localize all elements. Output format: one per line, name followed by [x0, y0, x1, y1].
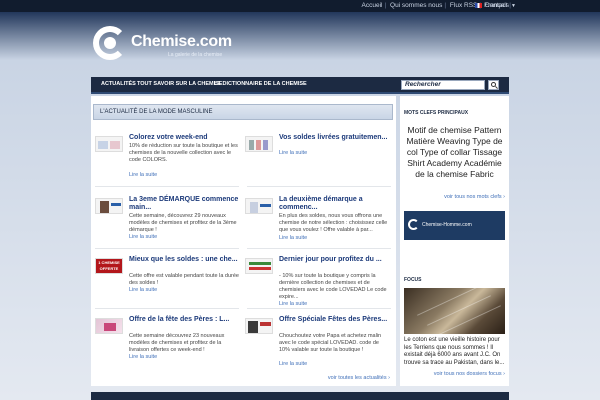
- divider: [95, 308, 239, 309]
- partner-banner[interactable]: Chemise-Homme.com: [404, 211, 505, 240]
- nav-item-actualites[interactable]: ACTUALITÉS: [101, 81, 136, 87]
- language-label: Français: [484, 2, 510, 9]
- tag-cloud[interactable]: Motif de chemise Pattern Matière Weaving…: [404, 125, 505, 180]
- news-item: Dernier jour pour profitez du ... - 10% …: [243, 256, 393, 314]
- news-title[interactable]: Vos soldes livrées gratuitemen...: [279, 134, 391, 142]
- all-tags-label: voir tous nos mots clefs: [444, 194, 502, 200]
- news-item: La deuxième démarque a commenc... En plu…: [243, 196, 393, 254]
- news-desc: Cette semaine, découvrez 29 nouveaux mod…: [129, 213, 237, 233]
- news-thumbnail[interactable]: [95, 318, 123, 334]
- news-item: Offre de la fête des Pères : L... Cette …: [93, 316, 243, 374]
- search-button[interactable]: [488, 80, 499, 90]
- main-content: L'ACTUALITÉ DE LA MODE MASCULINE Colorez…: [91, 96, 396, 386]
- news-title[interactable]: Offre de la fête des Pères : L...: [129, 316, 241, 324]
- top-link-accueil[interactable]: Accueil: [362, 2, 383, 9]
- divider: [247, 308, 391, 309]
- news-thumbnail[interactable]: [245, 318, 273, 334]
- all-focus-link[interactable]: voir tous nos dossiers focus ›: [434, 371, 505, 377]
- banner-logo-icon: [408, 219, 419, 230]
- news-thumbnail[interactable]: [245, 198, 273, 214]
- news-desc: Cette semaine découvrez 23 nouveaux modè…: [129, 333, 225, 353]
- focus-image-line: [427, 295, 491, 326]
- divider: [95, 186, 239, 187]
- read-more-link[interactable]: Lire la suite: [279, 150, 307, 156]
- all-focus-label: voir tous nos dossiers focus: [433, 371, 502, 377]
- read-more-link[interactable]: Lire la suite: [279, 361, 307, 367]
- nav-item-dictionnaire[interactable]: LE DICTIONNAIRE DE LA CHEMISE: [214, 81, 307, 87]
- top-link-flux-rss[interactable]: Flux RSS: [450, 2, 477, 9]
- news-item: La 3eme DÉMARQUE commence main... Cette …: [93, 196, 243, 254]
- logo-name: Chemise.com: [131, 33, 232, 50]
- logo-tagline: La galerie de la chemise: [168, 52, 223, 58]
- search-icon-handle: [495, 86, 498, 89]
- arrow-right-icon: ›: [388, 375, 390, 381]
- divider: [247, 186, 391, 187]
- footer-bar: [91, 392, 509, 400]
- focus-image-line: [417, 285, 481, 316]
- read-more-link[interactable]: Lire la suite: [279, 301, 307, 307]
- read-more-link[interactable]: Lire la suite: [129, 172, 157, 178]
- divider: [95, 248, 239, 249]
- focus-heading: FOCUS: [404, 277, 422, 283]
- more-news-link[interactable]: voir toutes les actualités ›: [328, 375, 390, 381]
- chevron-down-icon: ▼: [511, 3, 516, 9]
- arrow-right-icon: ›: [503, 371, 505, 377]
- nav-item-tout-savoir[interactable]: TOUT SAVOIR SUR LA CHEMISE: [137, 81, 222, 87]
- focus-image-line: [437, 305, 501, 336]
- news-title[interactable]: Dernier jour pour profitez du ...: [279, 256, 391, 264]
- read-more-link[interactable]: Lire la suite: [129, 287, 157, 293]
- news-desc: Cette offre est valable pendant toute la…: [129, 273, 239, 286]
- news-thumbnail[interactable]: [245, 136, 273, 152]
- news-item: Colorez votre week-end 10% de réduction …: [93, 134, 243, 192]
- news-item: Vos soldes livrées gratuitemen... Lire l…: [243, 134, 393, 192]
- banner-text: Chemise-Homme.com: [422, 222, 472, 228]
- news-item: 1 CHEMISE OFFERTE Mieux que les soldes :…: [93, 256, 243, 314]
- language-selector[interactable]: Français ▼: [475, 2, 516, 9]
- sidebar: MOTS CLEFS PRINCIPAUX Motif de chemise P…: [400, 96, 509, 386]
- read-more-link[interactable]: Lire la suite: [129, 234, 157, 240]
- search-input[interactable]: Rechercher: [401, 80, 485, 90]
- news-thumbnail[interactable]: 1 CHEMISE OFFERTE: [95, 258, 123, 274]
- tags-heading: MOTS CLEFS PRINCIPAUX: [404, 110, 469, 116]
- news-title[interactable]: Colorez votre week-end: [129, 134, 241, 142]
- news-thumbnail[interactable]: [245, 258, 273, 274]
- news-thumbnail[interactable]: [95, 136, 123, 152]
- news-title[interactable]: La 3eme DÉMARQUE commence main...: [129, 196, 241, 212]
- more-news-label: voir toutes les actualités: [327, 375, 387, 381]
- arrow-right-icon: ›: [503, 194, 505, 200]
- main-nav: ACTUALITÉS TOUT SAVOIR SUR LA CHEMISE LE…: [91, 77, 509, 94]
- news-item: Offre Spéciale Fêtes des Pères... Chouch…: [243, 316, 393, 374]
- top-bar: Accueil| Qui sommes nous| Flux RSS| Cont…: [0, 0, 600, 12]
- all-tags-link[interactable]: voir tous nos mots clefs ›: [444, 194, 505, 200]
- divider: [247, 248, 391, 249]
- logo-dot: [104, 37, 116, 49]
- focus-image[interactable]: [404, 285, 505, 336]
- news-desc: Chouchoutez votre Papa et achetez malin …: [279, 333, 382, 353]
- site-logo[interactable]: Chemise.com La galerie de la chemise: [93, 26, 233, 62]
- french-flag-icon: [475, 2, 483, 8]
- news-desc: - 10% sur toute la boutique y compris la…: [279, 273, 387, 300]
- focus-text: Le coton est une vieille histoire pour l…: [404, 337, 505, 366]
- news-desc: 10% de réduction sur toute la boutique e…: [129, 143, 238, 163]
- read-more-link[interactable]: Lire la suite: [129, 354, 157, 360]
- top-link-qui-sommes-nous[interactable]: Qui sommes nous: [390, 2, 442, 9]
- news-desc: En plus des soldes, nous vous offrons un…: [279, 213, 388, 233]
- read-more-link[interactable]: Lire la suite: [279, 235, 307, 241]
- news-title[interactable]: La deuxième démarque a commenc...: [279, 196, 391, 212]
- news-thumbnail[interactable]: [95, 198, 123, 214]
- section-title: L'ACTUALITÉ DE LA MODE MASCULINE: [93, 104, 393, 120]
- news-title[interactable]: Mieux que les soldes : une che...: [129, 256, 241, 264]
- news-title[interactable]: Offre Spéciale Fêtes des Pères...: [279, 316, 391, 324]
